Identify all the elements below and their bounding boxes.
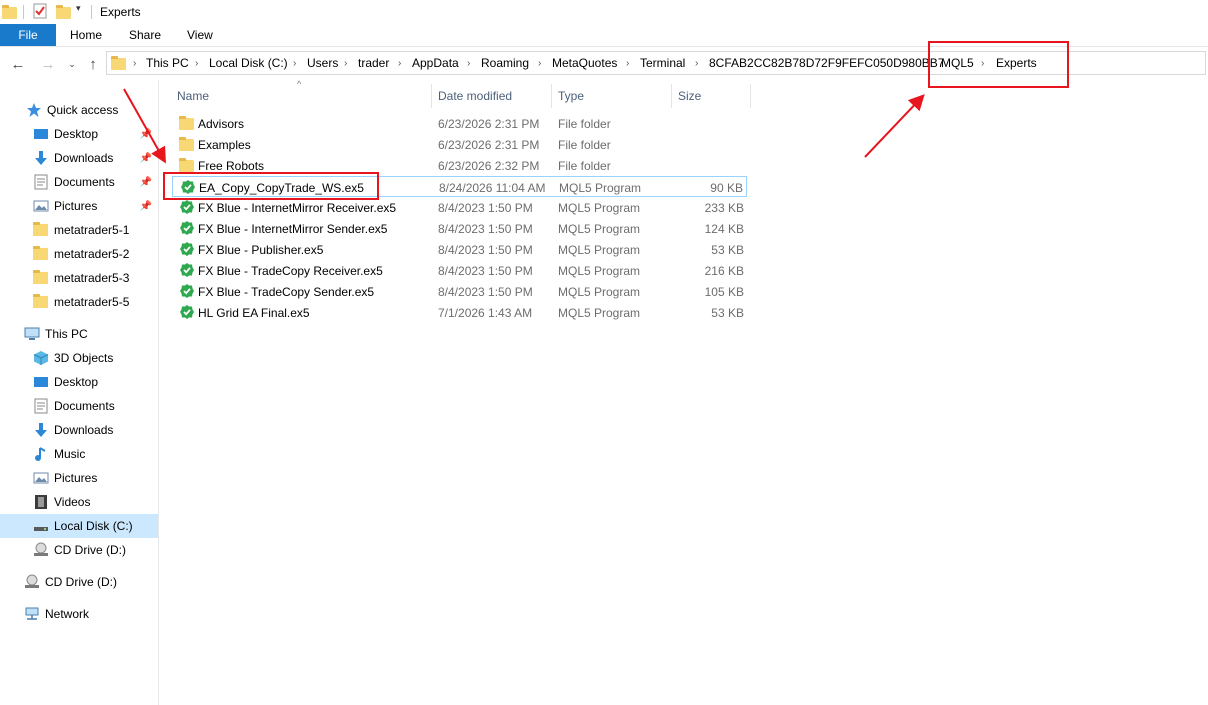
annotation-arrow-to-file <box>123 88 166 164</box>
annotation-arrows <box>123 88 925 164</box>
annotation-arrow-to-breadcrumb <box>864 94 925 158</box>
